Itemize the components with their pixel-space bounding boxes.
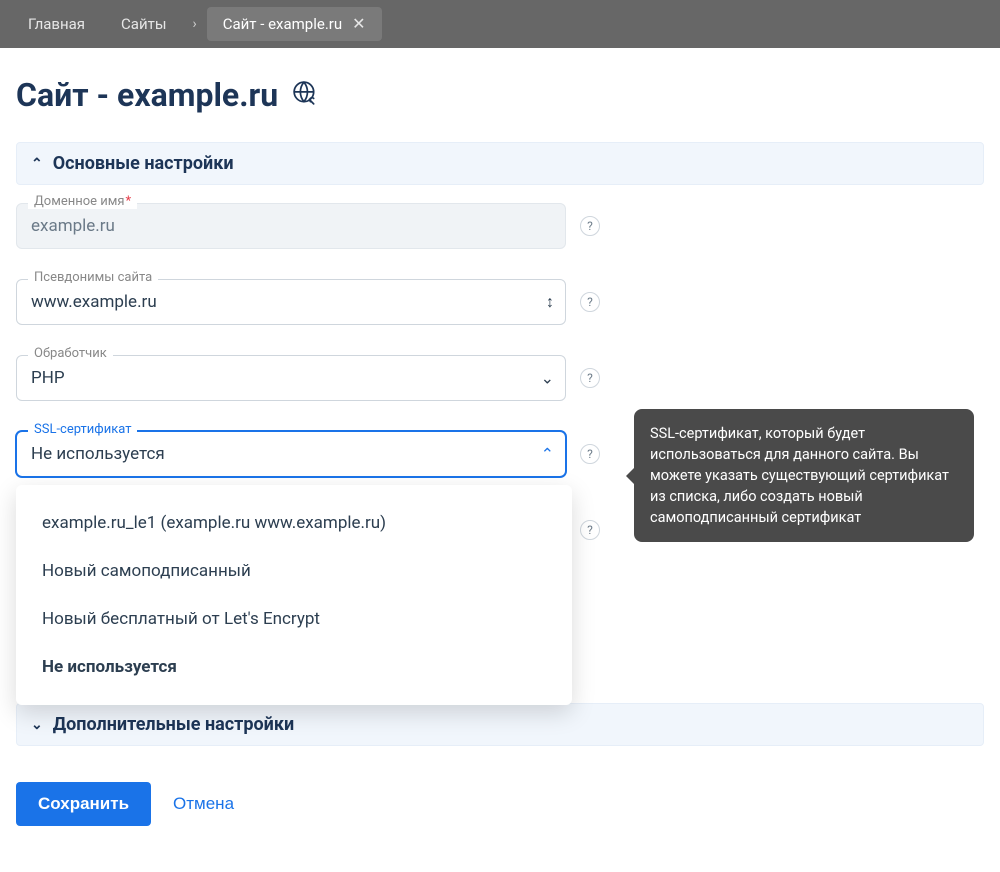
breadcrumb-current-label: Сайт - example.ru: [223, 15, 342, 33]
label-handler: Обработчик: [28, 346, 113, 361]
chevron-down-icon: ⌄: [31, 717, 43, 733]
breadcrumb-home[interactable]: Главная: [12, 7, 101, 41]
accordion-main-settings[interactable]: ⌃ Основные настройки: [16, 142, 984, 185]
input-domain: example.ru: [16, 203, 566, 249]
ssl-option[interactable]: example.ru_le1 (example.ru www.example.r…: [16, 499, 572, 547]
ssl-tooltip: SSL-сертификат, который будет использова…: [634, 409, 974, 542]
cancel-button[interactable]: Отмена: [173, 794, 234, 814]
label-ssl: SSL-сертификат: [28, 422, 137, 437]
breadcrumb-bar: Главная Сайты › Сайт - example.ru ✕: [0, 0, 1000, 48]
input-aliases[interactable]: www.example.ru: [16, 279, 566, 325]
chevron-right-icon: ›: [186, 16, 202, 32]
label-aliases: Псевдонимы сайта: [28, 270, 158, 285]
save-button[interactable]: Сохранить: [16, 782, 151, 826]
help-icon[interactable]: ?: [580, 520, 600, 540]
row-aliases: Псевдонимы сайта www.example.ru ↕ ?: [16, 279, 984, 325]
row-ssl: SSL-сертификат Не используется ⌃ example…: [16, 431, 984, 477]
label-domain: Доменное имя: [28, 194, 137, 209]
ssl-option-selected[interactable]: Не используется: [16, 643, 572, 691]
help-icon[interactable]: ?: [580, 292, 600, 312]
accordion-additional-settings[interactable]: ⌄ Дополнительные настройки: [16, 703, 984, 746]
page-title-text: Сайт - example.ru: [16, 76, 278, 114]
chevron-up-icon[interactable]: ⌃: [541, 445, 554, 464]
form-actions: Сохранить Отмена: [16, 782, 984, 826]
row-handler: Обработчик PHP ⌄ ?: [16, 355, 984, 401]
row-domain: Доменное имя example.ru ?: [16, 203, 984, 249]
breadcrumb-current-tab[interactable]: Сайт - example.ru ✕: [207, 7, 382, 41]
accordion-main-label: Основные настройки: [53, 153, 234, 174]
globe-link-icon: [292, 76, 318, 114]
ssl-dropdown: example.ru_le1 (example.ru www.example.r…: [16, 485, 572, 705]
select-handler[interactable]: PHP: [16, 355, 566, 401]
chevron-down-icon[interactable]: ⌄: [541, 369, 554, 388]
help-icon[interactable]: ?: [580, 368, 600, 388]
chevron-up-icon: ⌃: [31, 156, 43, 172]
help-icon[interactable]: ?: [580, 444, 600, 464]
accordion-additional-label: Дополнительные настройки: [53, 714, 294, 735]
ssl-option[interactable]: Новый самоподписанный: [16, 547, 572, 595]
close-tab-icon[interactable]: ✕: [352, 16, 365, 32]
help-icon[interactable]: ?: [580, 216, 600, 236]
select-ssl[interactable]: Не используется: [16, 431, 566, 477]
breadcrumb-sites[interactable]: Сайты: [105, 7, 182, 41]
page-title: Сайт - example.ru: [16, 76, 984, 114]
ssl-option[interactable]: Новый бесплатный от Let's Encrypt: [16, 595, 572, 643]
